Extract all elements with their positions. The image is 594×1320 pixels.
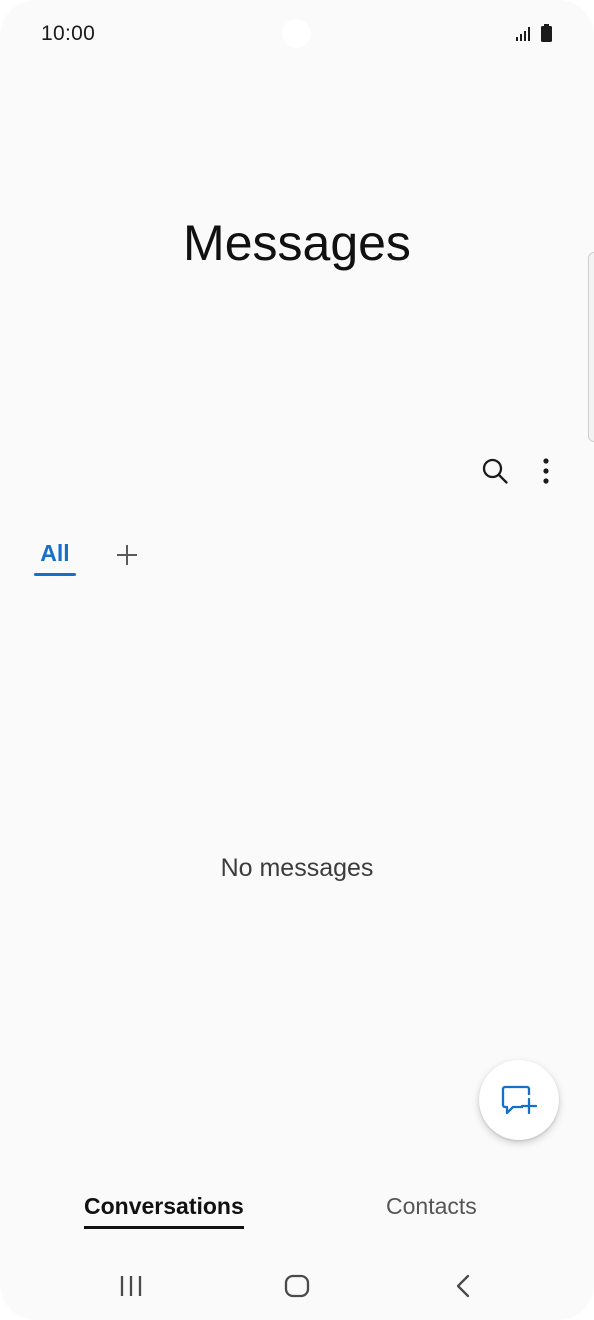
back-button[interactable] [441,1266,485,1306]
navigation-bar [0,1252,594,1320]
status-time: 10:00 [41,22,96,45]
edge-panel-handle[interactable] [588,252,594,442]
back-icon [456,1274,470,1298]
tab-selected-indicator [84,1226,244,1229]
tab-conversations-label: Conversations [84,1193,244,1219]
status-icons [514,23,558,43]
tab-contacts-label: Contacts [386,1193,477,1219]
tab-contacts[interactable]: Contacts [386,1193,477,1220]
search-icon [482,458,508,484]
plus-icon [117,545,137,565]
more-options-button[interactable] [524,449,568,493]
more-vertical-icon [543,458,549,484]
messages-screen: 10:00 Messages All No messages Conversat… [0,0,594,1320]
recents-icon [120,1276,142,1296]
tab-conversations[interactable]: Conversations [84,1193,244,1229]
battery-icon [541,24,552,42]
home-button[interactable] [275,1266,319,1306]
home-icon [284,1274,310,1298]
tab-all[interactable]: All [34,540,76,576]
page-title: Messages [183,215,411,271]
camera-cutout [282,19,311,48]
recents-button[interactable] [109,1266,153,1306]
signal-icon [516,24,552,42]
compose-message-button[interactable] [479,1060,559,1140]
add-category-button[interactable] [110,538,144,572]
tab-all-label: All [40,540,70,566]
status-bar: 10:00 [0,0,594,70]
tab-selected-indicator [34,573,76,576]
empty-state-text: No messages [220,854,374,882]
new-message-icon [501,1085,537,1115]
search-button[interactable] [473,449,517,493]
